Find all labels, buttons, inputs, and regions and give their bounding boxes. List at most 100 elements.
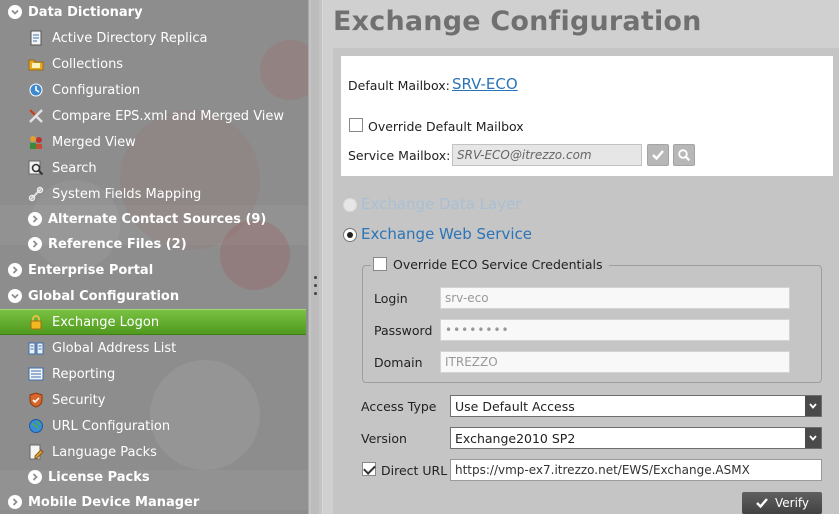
panel-splitter[interactable] [308,0,323,514]
domain-label: Domain [374,355,423,370]
access-type-label: Access Type [361,399,437,414]
drag-handle-icon[interactable] [314,276,318,304]
document-icon [28,30,44,46]
sidebar-item-compare-eps[interactable]: Compare EPS.xml and Merged View [0,103,306,129]
shield-icon [28,392,44,408]
domain-field[interactable]: ITREZZO [440,351,790,373]
sidebar-item-label: Global Address List [52,340,177,356]
override-credentials-label: Override ECO Service Credentials [393,256,603,272]
sidebar-item-system-fields-mapping[interactable]: System Fields Mapping [0,181,306,207]
compare-icon [28,108,44,124]
section-enterprise-portal[interactable]: Enterprise Portal [0,257,306,283]
sidebar-item-label: Reporting [52,366,116,382]
sidebar-group-reference-files[interactable]: Reference Files (2) [0,231,306,257]
sidebar-item-label: Security [52,392,106,408]
access-type-select[interactable]: Use Default Access [450,395,822,417]
section-global-configuration[interactable]: Global Configuration [0,283,306,309]
sidebar-item-exchange-logon[interactable]: Exchange Logon [0,309,306,335]
chevron-right-icon [28,212,42,226]
chevron-down-icon [805,396,821,416]
sidebar-item-language-packs[interactable]: Language Packs [0,439,306,465]
report-icon [28,366,44,382]
sidebar-item-label: System Fields Mapping [52,186,202,202]
address-book-icon [28,340,44,356]
sidebar-item-label: Compare EPS.xml and Merged View [52,108,285,124]
sidebar-item-global-address-list[interactable]: Global Address List [0,335,306,361]
section-data-dictionary[interactable]: Data Dictionary [0,0,306,25]
verify-button[interactable]: Verify [742,492,822,514]
version-select[interactable]: Exchange2010 SP2 [450,427,822,449]
page-title: Exchange Configuration [333,6,702,37]
sidebar-item-configuration[interactable]: Configuration [0,77,306,103]
globe-icon [28,418,44,434]
sidebar-item-label: Collections [52,56,124,72]
sidebar-item-search[interactable]: Search [0,155,306,181]
sidebar-item-security[interactable]: Security [0,387,306,413]
section-label: Data Dictionary [28,4,143,20]
sidebar-item-label: Search [52,160,97,176]
sidebar-item-collections[interactable]: Collections [0,51,306,77]
merged-view-icon [28,134,44,150]
sidebar-item-merged-view[interactable]: Merged View [0,129,306,155]
credentials-legend: Override ECO Service Credentials [371,254,609,274]
sidebar-item-reporting[interactable]: Reporting [0,361,306,387]
section-mobile-device-manager[interactable]: Mobile Device Manager [0,489,306,514]
sidebar-group-alternate-contact-sources[interactable]: Alternate Contact Sources (9) [0,206,306,232]
service-mailbox-label: Service Mailbox: [348,148,451,163]
sidebar-item-label: Exchange Logon [52,314,160,330]
chevron-down-icon [8,5,22,19]
override-default-mailbox-label: Override Default Mailbox [368,119,524,134]
login-label: Login [374,291,408,306]
configuration-icon [28,82,44,98]
sidebar-item-active-directory-replica[interactable]: Active Directory Replica [0,25,306,51]
login-field[interactable]: srv-eco [440,287,790,309]
verify-label: Verify [774,496,810,510]
password-label: Password [374,323,433,338]
sidebar-group-license-packs[interactable]: License Packs [0,464,306,490]
lock-icon [28,314,44,330]
chevron-right-icon [8,263,22,277]
sidebar-item-label: License Packs [48,469,150,485]
credentials-group: Login srv-eco Password •••••••• Domain I… [362,265,822,383]
search-icon [28,160,44,176]
direct-url-field[interactable]: https://vmp-ex7.itrezzo.net/EWS/Exchange… [450,459,822,481]
exchange-data-layer-radio[interactable] [343,198,357,212]
sidebar-item-label: Reference Files (2) [48,236,187,252]
confirm-mailbox-button[interactable] [647,144,669,166]
sidebar-item-label: Merged View [52,134,136,150]
version-label: Version [361,431,407,446]
folder-icon [28,56,44,72]
chevron-right-icon [8,495,22,509]
service-mailbox-field[interactable]: SRV-ECO@itrezzo.com [452,144,642,166]
main-content: Exchange Configuration Default Mailbox: … [323,0,839,514]
mailbox-section: Default Mailbox: SRV-ECO Override Defaul… [341,56,833,176]
sidebar-item-label: URL Configuration [52,418,171,434]
override-default-mailbox-checkbox[interactable] [349,118,363,132]
chevron-down-icon [805,428,821,448]
password-field[interactable]: •••••••• [440,319,790,341]
section-label: Enterprise Portal [28,262,154,278]
direct-url-label: Direct URL [381,463,448,478]
sidebar-item-label: Active Directory Replica [52,30,208,46]
sidebar-item-label: Language Packs [52,444,157,460]
sidebar-item-label: Alternate Contact Sources (9) [48,211,267,227]
chevron-right-icon [28,237,42,251]
section-label: Mobile Device Manager [28,494,200,510]
access-type-value: Use Default Access [455,398,575,414]
lookup-mailbox-button[interactable] [673,144,695,166]
chevron-right-icon [28,470,42,484]
exchange-web-service-radio[interactable] [343,228,357,242]
sidebar-item-label: Configuration [52,82,141,98]
configuration-panel: Default Mailbox: SRV-ECO Override Defaul… [333,48,839,514]
section-label: Global Configuration [28,288,180,304]
exchange-data-layer-label: Exchange Data Layer [361,195,522,213]
sidebar: Data Dictionary Active Directory Replica… [0,0,308,514]
override-credentials-checkbox[interactable] [373,257,387,271]
default-mailbox-label: Default Mailbox: [348,78,450,93]
sidebar-item-url-configuration[interactable]: URL Configuration [0,413,306,439]
direct-url-checkbox[interactable] [362,462,376,476]
splitter-track [311,0,319,514]
default-mailbox-link[interactable]: SRV-ECO [452,75,518,93]
link-icon [28,186,44,202]
search-icon [678,149,691,162]
